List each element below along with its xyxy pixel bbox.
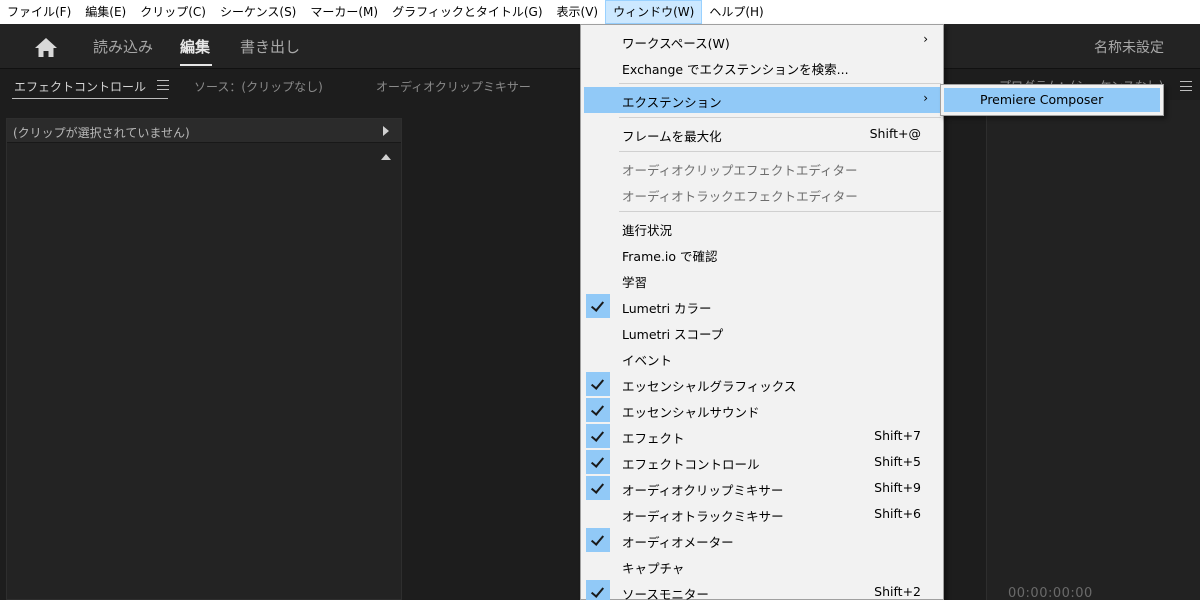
menu-bar: ファイル(F) 編集(E) クリップ(C) シーケンス(S) マーカー(M) グ… — [0, 0, 1200, 24]
window-menu: ワークスペース(W) › Exchange でエクステンションを検索... エク… — [580, 24, 944, 600]
menu-item-effect-controls[interactable]: エフェクトコントロール Shift+5 — [584, 449, 940, 475]
menu-item-captions[interactable]: キャプチャ — [584, 553, 940, 579]
menu-separator — [619, 151, 941, 152]
menu-item-label: Premiere Composer — [980, 92, 1104, 107]
program-panel-menu-icon[interactable] — [1180, 81, 1192, 91]
home-icon[interactable] — [34, 36, 58, 58]
check-icon — [586, 294, 610, 318]
menu-window[interactable]: ウィンドウ(W) — [605, 0, 703, 24]
menu-item-frameio[interactable]: Frame.io で確認 — [584, 241, 940, 267]
shortcut-text: Shift+9 — [874, 480, 921, 495]
shortcut-text: Shift+5 — [874, 454, 921, 469]
check-icon — [586, 424, 610, 448]
clip-header: (クリップが選択されていません) — [7, 119, 401, 143]
menu-item-effects[interactable]: エフェクト Shift+7 — [584, 423, 940, 449]
tab-export[interactable]: 書き出し — [240, 36, 300, 57]
menu-item-extensions[interactable]: エクステンション › — [584, 87, 940, 113]
tab-effect-controls[interactable]: エフェクトコントロール — [14, 78, 146, 95]
menu-item-label: エフェクトコントロール — [622, 457, 760, 472]
shortcut-text: Shift+6 — [874, 506, 921, 521]
tab-import[interactable]: 読み込み — [93, 36, 153, 57]
menu-item-label: 進行状況 — [622, 223, 673, 238]
program-timecode[interactable]: 00:00:00:00 — [1008, 586, 1093, 600]
menu-help[interactable]: ヘルプ(H) — [702, 0, 770, 24]
shortcut-text: Shift+7 — [874, 428, 921, 443]
menu-item-lumetri-color[interactable]: Lumetri カラー — [584, 293, 940, 319]
menu-item-label: Frame.io で確認 — [622, 249, 718, 264]
scroll-up-icon[interactable] — [381, 154, 391, 160]
program-monitor-panel — [986, 100, 1200, 600]
menu-marker[interactable]: マーカー(M) — [303, 0, 385, 24]
menu-item-audio-meters[interactable]: オーディオメーター — [584, 527, 940, 553]
menu-item-workspace[interactable]: ワークスペース(W) › — [584, 28, 940, 54]
active-tab-indicator — [180, 64, 212, 66]
menu-clip[interactable]: クリップ(C) — [133, 0, 213, 24]
menu-graphics[interactable]: グラフィックとタイトル(G) — [385, 0, 549, 24]
effect-controls-panel: (クリップが選択されていません) — [6, 118, 402, 600]
panel-tab-underline — [12, 98, 168, 99]
check-icon — [586, 450, 610, 474]
menu-item-label: 学習 — [622, 275, 648, 290]
menu-item-learn[interactable]: 学習 — [584, 267, 940, 293]
menu-item-audio-track-mixer[interactable]: オーディオトラックミキサー Shift+6 — [584, 501, 940, 527]
tab-edit[interactable]: 編集 — [180, 36, 210, 57]
menu-item-label: Exchange でエクステンションを検索... — [622, 62, 849, 77]
menu-item-label: オーディオクリップミキサー — [622, 483, 784, 498]
menu-item-essential-sound[interactable]: エッセンシャルサウンド — [584, 397, 940, 423]
panel-menu-icon[interactable] — [157, 80, 169, 90]
menu-item-label: エフェクト — [622, 431, 685, 446]
menu-item-label: Lumetri カラー — [622, 301, 712, 316]
shortcut-text: Shift+2 — [874, 584, 921, 599]
menu-item-label: オーディオトラックミキサー — [622, 509, 784, 524]
check-icon — [586, 476, 610, 500]
menu-item-events[interactable]: イベント — [584, 345, 940, 371]
menu-item-premiere-composer[interactable]: Premiere Composer — [944, 88, 1160, 112]
menu-item-label: エッセンシャルグラフィックス — [622, 379, 797, 394]
menu-item-source-monitor[interactable]: ソースモニター Shift+2 — [584, 579, 940, 600]
expand-arrow-icon[interactable] — [383, 126, 389, 136]
menu-file[interactable]: ファイル(F) — [0, 0, 78, 24]
shortcut-text: Shift+@ — [869, 126, 921, 141]
menu-item-label: ワークスペース(W) — [622, 36, 730, 51]
menu-item-label: エッセンシャルサウンド — [622, 405, 760, 420]
menu-item-label: オーディオクリップエフェクトエディター — [622, 163, 858, 178]
check-icon — [586, 372, 610, 396]
menu-view[interactable]: 表示(V) — [550, 0, 606, 24]
check-icon — [586, 528, 610, 552]
menu-item-label: ソースモニター — [622, 587, 709, 600]
menu-item-audio-clip-mixer[interactable]: オーディオクリップミキサー Shift+9 — [584, 475, 940, 501]
menu-item-label: フレームを最大化 — [622, 129, 722, 144]
menu-item-exchange[interactable]: Exchange でエクステンションを検索... — [584, 54, 940, 80]
no-clip-text: (クリップが選択されていません) — [13, 126, 190, 140]
menu-item-label: オーディオトラックエフェクトエディター — [622, 189, 858, 204]
menu-item-label: キャプチャ — [622, 561, 685, 576]
menu-item-label: オーディオメーター — [622, 535, 734, 550]
menu-edit[interactable]: 編集(E) — [78, 0, 133, 24]
menu-item-label: Lumetri スコープ — [622, 327, 724, 342]
menu-item-essential-graphics[interactable]: エッセンシャルグラフィックス — [584, 371, 940, 397]
menu-item-label: エクステンション — [622, 95, 722, 110]
menu-item-maximize-frame[interactable]: フレームを最大化 Shift+@ — [584, 121, 940, 147]
menu-separator — [619, 83, 941, 84]
submenu-arrow-icon: › — [923, 32, 928, 46]
menu-item-label: イベント — [622, 353, 673, 368]
menu-separator — [619, 211, 941, 212]
submenu-arrow-icon: › — [923, 91, 928, 105]
check-icon — [586, 398, 610, 422]
menu-item-lumetri-scopes[interactable]: Lumetri スコープ — [584, 319, 940, 345]
menu-item-audio-track-effect-editor: オーディオトラックエフェクトエディター — [584, 181, 940, 207]
menu-sequence[interactable]: シーケンス(S) — [213, 0, 303, 24]
check-icon — [586, 580, 610, 600]
tab-audio-clip-mixer[interactable]: オーディオクリップミキサー — [376, 78, 531, 95]
project-title: 名称未設定 — [1094, 40, 1164, 56]
menu-item-audio-clip-effect-editor: オーディオクリップエフェクトエディター — [584, 155, 940, 181]
tab-source[interactable]: ソース：(クリップなし) — [194, 78, 323, 95]
menu-separator — [619, 117, 941, 118]
menu-item-progress[interactable]: 進行状況 — [584, 215, 940, 241]
extensions-submenu: Premiere Composer — [940, 84, 1164, 116]
